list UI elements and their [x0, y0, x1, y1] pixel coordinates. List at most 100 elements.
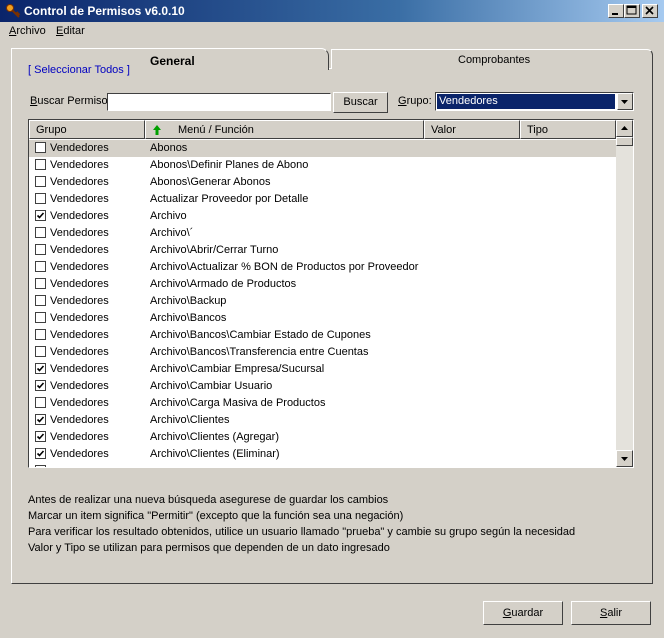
cell-menu-funcion: Abonos — [150, 142, 188, 154]
cell-menu-funcion: Archivo\Cambiar Usuario — [150, 380, 273, 392]
table-row[interactable]: Vendedores Abonos — [29, 140, 616, 157]
cell-grupo: Vendedores — [50, 329, 109, 341]
table-row[interactable]: Vendedores Archivo\Bancos\Transferencia e… — [29, 344, 616, 361]
cell-menu-funcion: Abonos\Definir Planes de Abono — [150, 159, 309, 171]
grupo-label: Grupo: — [398, 95, 432, 107]
permission-checkbox[interactable] — [35, 278, 46, 289]
permission-checkbox[interactable] — [35, 193, 46, 204]
table-row[interactable]: Vendedores Archivo\Backup — [29, 293, 616, 310]
permission-checkbox[interactable] — [35, 210, 46, 221]
permission-checkbox[interactable] — [35, 465, 46, 467]
table-row[interactable]: Vendedores Archivo\´ — [29, 225, 616, 242]
grupo-dropdown[interactable]: Vendedores — [435, 92, 634, 111]
table-row[interactable]: Vendedores Archivo\Armado de Productos — [29, 276, 616, 293]
table-row[interactable]: Vendedores Archivo — [29, 208, 616, 225]
menu-archivo[interactable]: Archivo — [9, 25, 46, 37]
table-row[interactable]: Vendedores Archivo\Bancos — [29, 310, 616, 327]
search-button[interactable]: Buscar — [333, 92, 388, 113]
cell-grupo: Vendedores — [50, 431, 109, 443]
dropdown-button[interactable] — [617, 93, 633, 110]
table-row[interactable]: Vendedores Archivo\Actualizar % BON de Pr… — [29, 259, 616, 276]
search-input[interactable] — [107, 93, 331, 111]
cell-grupo: Vendedores — [50, 448, 109, 460]
table-row[interactable]: Vendedores Archivo\Cambiar Usuario — [29, 378, 616, 395]
vertical-scrollbar[interactable] — [616, 120, 633, 467]
maximize-icon — [626, 5, 637, 15]
permission-checkbox[interactable] — [35, 363, 46, 374]
permission-checkbox[interactable] — [35, 176, 46, 187]
table-row[interactable]: Vendedores Archivo\Abrir/Cerrar Turno — [29, 242, 616, 259]
permission-checkbox[interactable] — [35, 261, 46, 272]
cell-menu-funcion: Archivo\Carga Masiva de Productos — [150, 397, 326, 409]
cell-grupo: Vendedores — [50, 261, 109, 273]
scroll-down-button[interactable] — [616, 450, 633, 467]
permission-checkbox[interactable] — [35, 244, 46, 255]
tab-comprobantes-label: Comprobantes — [458, 54, 531, 66]
checkmark-icon — [36, 382, 45, 389]
note-line: Marcar un item significa "Permitir" (exc… — [28, 510, 404, 522]
checkmark-icon — [36, 416, 45, 423]
table-row[interactable]: Vendedores Archivo\Carga Masiva de Produc… — [29, 395, 616, 412]
permission-checkbox[interactable] — [35, 295, 46, 306]
column-header-grupo[interactable]: Grupo — [29, 120, 145, 139]
column-header-menu[interactable]: Menú / Función — [145, 120, 424, 139]
column-header-tipo[interactable]: Tipo — [520, 120, 616, 139]
permission-checkbox[interactable] — [35, 397, 46, 408]
table-row[interactable]: Vendedores Archivo\Bancos\Cambiar Estado … — [29, 327, 616, 344]
permission-checkbox[interactable] — [35, 346, 46, 357]
select-all-link[interactable]: [ Seleccionar Todos ] — [28, 64, 130, 76]
maximize-button[interactable] — [624, 4, 640, 18]
table-row[interactable]: Vendedores Abonos\Definir Planes de Abono — [29, 157, 616, 174]
cell-menu-funcion: Abonos\Generar Abonos — [150, 176, 271, 188]
column-header-valor[interactable]: Valor — [424, 120, 520, 139]
cell-menu-funcion: Archivo\Abrir/Cerrar Turno — [150, 244, 279, 256]
note-line: Antes de realizar una nueva búsqueda ase… — [28, 494, 389, 506]
cell-menu-funcion: Archivo\´ — [150, 227, 194, 239]
arrow-down-icon — [621, 457, 628, 461]
cell-menu-funcion: Archivo\Cambiar Empresa/Sucursal — [150, 363, 325, 375]
table-row[interactable]: Vendedores Archivo\Clientes — [29, 412, 616, 429]
permission-checkbox[interactable] — [35, 159, 46, 170]
permission-checkbox[interactable] — [35, 414, 46, 425]
column-header-menu-label: Menú / Función — [178, 124, 254, 136]
exit-button[interactable]: Salir — [571, 601, 651, 625]
permission-checkbox[interactable] — [35, 142, 46, 153]
cell-menu-funcion: Archivo\Clientes (Eliminar) — [150, 448, 280, 460]
scroll-up-button[interactable] — [616, 120, 633, 137]
permission-checkbox[interactable] — [35, 312, 46, 323]
table-row[interactable]: Vendedores Actualizar Proveedor por Detal… — [29, 191, 616, 208]
close-button[interactable] — [642, 4, 658, 18]
table-row[interactable]: Vendedores Archivo\Cambiar Empresa/Sucurs… — [29, 361, 616, 378]
cell-menu-funcion: Archivo\Armado de Productos — [150, 278, 297, 290]
checkmark-icon — [36, 450, 45, 457]
cell-grupo: Vendedores — [50, 295, 109, 307]
cell-menu-funcion: Archivo\Backup — [150, 295, 227, 307]
cell-grupo: Vendedores — [50, 142, 109, 154]
table-row[interactable]: Vendedores Abonos\Generar Abonos — [29, 174, 616, 191]
permission-checkbox[interactable] — [35, 227, 46, 238]
table-row[interactable]: Vendedores Archivo\Clientes (Agregar) — [29, 429, 616, 446]
cell-grupo: Vendedores — [50, 380, 109, 392]
menu-editar[interactable]: Editar — [56, 25, 85, 37]
save-button[interactable]: Guardar — [483, 601, 563, 625]
cell-grupo: Vendedores — [50, 176, 109, 188]
cell-grupo: Vendedores — [50, 244, 109, 256]
permission-checkbox[interactable] — [35, 329, 46, 340]
cell-menu-funcion: Archivo\Clientes (Agregar) — [150, 431, 279, 443]
cell-menu-funcion: Archivo\Clientes — [150, 414, 230, 426]
cell-menu-funcion: Actualizar Proveedor por Detalle — [150, 193, 309, 205]
arrow-up-icon — [621, 126, 628, 130]
cell-grupo: Vendedores — [50, 363, 109, 375]
window-title: Control de Permisos v6.0.10 — [24, 4, 185, 18]
minimize-button[interactable] — [608, 4, 624, 18]
note-line: Para verificar los resultado obtenidos, … — [28, 526, 576, 538]
table-row[interactable] — [29, 463, 616, 467]
permission-checkbox[interactable] — [35, 448, 46, 459]
cell-menu-funcion: Archivo\Bancos — [150, 312, 227, 324]
table-row[interactable]: Vendedores Archivo\Clientes (Eliminar) — [29, 446, 616, 463]
tab-general-label: General — [150, 54, 195, 68]
permission-checkbox[interactable] — [35, 431, 46, 442]
permission-checkbox[interactable] — [35, 380, 46, 391]
close-icon — [645, 6, 654, 15]
scroll-thumb[interactable] — [616, 137, 633, 146]
